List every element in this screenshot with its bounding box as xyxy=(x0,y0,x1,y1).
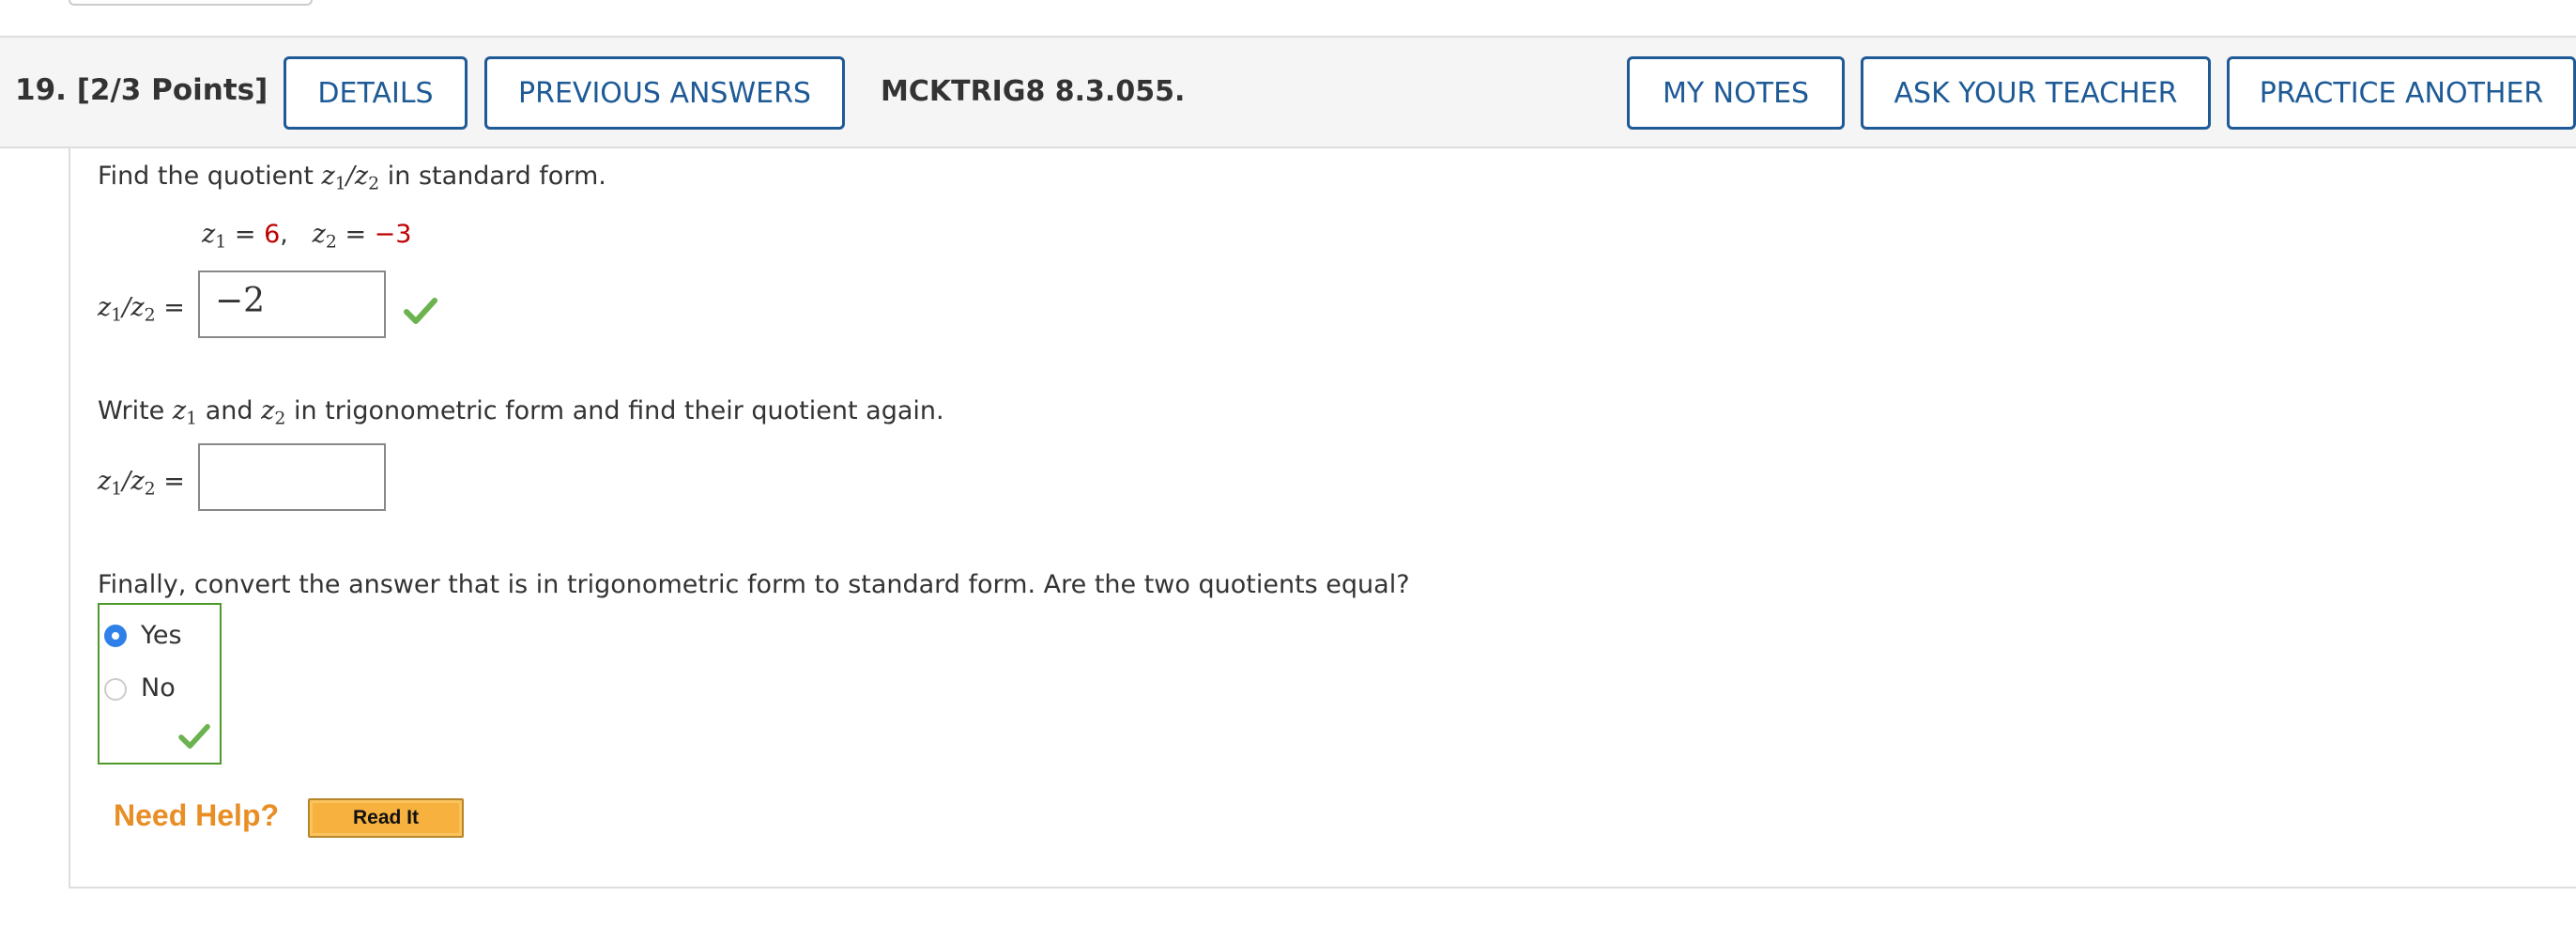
part1-answer-label: z1/z2 = xyxy=(98,293,185,326)
read-it-button[interactable]: Read It xyxy=(308,798,464,838)
need-help-label: Need Help? xyxy=(114,798,280,832)
part2-answer-input[interactable] xyxy=(198,443,386,511)
part2-prompt-start: Write xyxy=(98,396,173,425)
checkmark-icon xyxy=(178,723,210,749)
my-notes-button[interactable]: MY NOTES xyxy=(1627,56,1845,130)
option-no-label[interactable]: No xyxy=(141,673,176,703)
part3-prompt: Finally, convert the answer that is in t… xyxy=(98,570,1410,599)
quotient-expression: z1/z2 xyxy=(321,162,380,194)
problem-code: MCKTRIG8 8.3.055. xyxy=(881,75,1186,108)
radio-unselected-icon[interactable] xyxy=(104,678,127,701)
details-button[interactable]: DETAILS xyxy=(284,56,468,130)
question-header: 19. [2/3 Points] DETAILS PREVIOUS ANSWER… xyxy=(0,36,2576,148)
radio-selected-icon[interactable] xyxy=(104,625,127,647)
practice-another-button[interactable]: PRACTICE ANOTHER xyxy=(2227,56,2576,130)
part1-prompt-before: Find the quotient xyxy=(98,162,322,191)
part1-prompt-after: in standard form. xyxy=(379,162,606,191)
part2-prompt: Write z1 and z2 in trigonometric form an… xyxy=(98,396,944,429)
option-yes-label[interactable]: Yes xyxy=(141,621,182,650)
ask-your-teacher-button[interactable]: ASK YOUR TEACHER xyxy=(1861,56,2211,130)
part2-prompt-and: and xyxy=(197,396,262,425)
previous-answers-button[interactable]: PREVIOUS ANSWERS xyxy=(484,56,845,130)
z2-value: −3 xyxy=(374,220,412,249)
part1-answer-input[interactable]: −2 xyxy=(198,270,386,338)
checkmark-icon xyxy=(404,298,437,324)
z1-value: 6 xyxy=(264,220,281,249)
question-panel xyxy=(69,148,2576,888)
part2-answer-label: z1/z2 = xyxy=(98,467,185,500)
part1-prompt: Find the quotient z1/z2 in standard form… xyxy=(98,162,606,194)
given-values: z1 = 6, z2 = −3 xyxy=(202,220,412,253)
question-number-points: 19. [2/3 Points] xyxy=(15,73,268,107)
previous-question-box xyxy=(69,0,313,6)
part2-prompt-end: in trigonometric form and find their quo… xyxy=(285,396,944,425)
